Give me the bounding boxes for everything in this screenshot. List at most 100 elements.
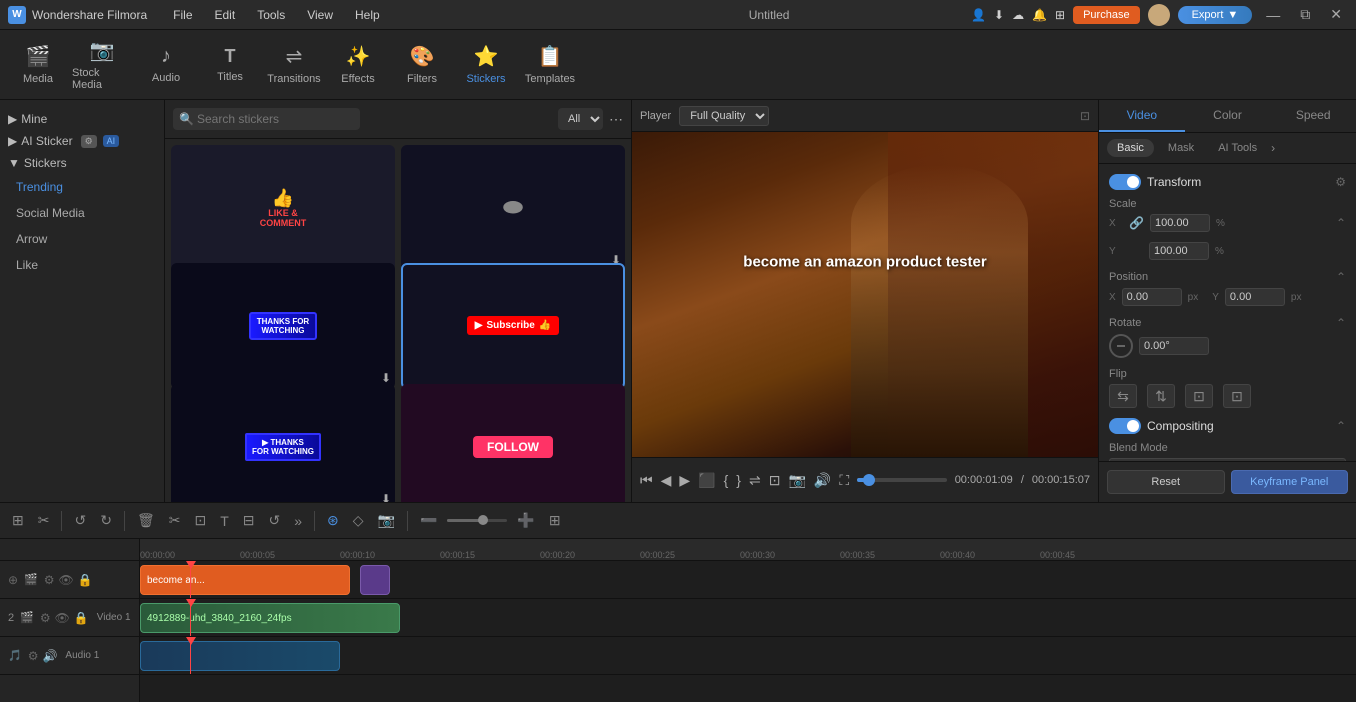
sticker-item-follow[interactable]: FOLLOW <box>401 384 625 502</box>
tab-color[interactable]: Color <box>1185 100 1271 132</box>
timeline-crop-button[interactable]: ⊡ <box>190 510 210 531</box>
track-audio1-volume-icon[interactable]: 🔊 <box>42 649 57 663</box>
icon-notification[interactable]: 🔔 <box>1032 8 1047 22</box>
sidebar-item-like[interactable]: Like <box>0 252 164 278</box>
subtab-ai-tools[interactable]: AI Tools <box>1208 139 1267 157</box>
zoom-handle[interactable] <box>478 515 488 525</box>
maximize-button[interactable]: ⧉ <box>1294 6 1316 23</box>
keyframe-panel-button[interactable]: Keyframe Panel <box>1231 470 1349 494</box>
subtab-mask[interactable]: Mask <box>1158 139 1204 157</box>
rotate-circle[interactable] <box>1109 334 1133 358</box>
sticker-item-subscribe[interactable]: ▶ Subscribe 👍 <box>401 263 625 389</box>
rotate-input[interactable] <box>1139 337 1209 355</box>
more-options-button[interactable]: ⋯ <box>609 111 623 128</box>
sidebar-item-stickers-group[interactable]: ▼ Stickers <box>0 152 164 174</box>
flip-btn-3[interactable]: ⊡ <box>1185 384 1213 408</box>
timeline-loop-button[interactable]: ↺ <box>264 510 284 531</box>
timeline-magnet-button[interactable]: ⊛ <box>323 510 343 531</box>
timeline-clip-audio1[interactable] <box>140 641 340 671</box>
timeline-delete-button[interactable]: 🗑 <box>133 510 159 531</box>
timeline-more-button[interactable]: » <box>290 511 306 531</box>
timeline-clip-sticker-2[interactable] <box>360 565 390 595</box>
quality-select[interactable]: Full Quality <box>679 106 769 126</box>
sidebar-item-arrow[interactable]: Arrow <box>0 226 164 252</box>
sidebar-item-trending[interactable]: Trending <box>0 174 164 200</box>
timeline-undo-button[interactable]: ↺ <box>70 510 90 531</box>
timeline-zoom-in-button[interactable]: ➕ <box>513 510 538 531</box>
sidebar-item-mine[interactable]: ▶ Mine <box>0 108 164 130</box>
timeline-split-button[interactable]: ⊟ <box>239 510 259 531</box>
sticker-item-bubbles[interactable]: ⬬ ⬇ <box>401 145 625 271</box>
tool-templates[interactable]: 📋 Templates <box>520 35 580 95</box>
flip-vertical-button[interactable]: ⇅ <box>1147 384 1175 408</box>
progress-handle[interactable] <box>863 474 875 486</box>
timeline-text-button[interactable]: T <box>216 511 233 531</box>
frame-back-button[interactable]: ◀ <box>661 472 672 489</box>
scale-x-input[interactable] <box>1150 214 1210 232</box>
download-icon-2[interactable]: ⬇ <box>381 371 391 385</box>
volume-button[interactable]: 🔊 <box>814 472 831 489</box>
cut-button[interactable]: { <box>724 472 729 488</box>
menu-help[interactable]: Help <box>345 6 390 24</box>
purchase-button[interactable]: Purchase <box>1073 6 1139 24</box>
tool-effects[interactable]: ✨ Effects <box>328 35 388 95</box>
tool-titles[interactable]: T Titles <box>200 35 260 95</box>
tool-stock-media[interactable]: 📷 Stock Media <box>72 35 132 95</box>
menu-file[interactable]: File <box>163 6 202 24</box>
rotate-chevron-icon[interactable]: ⌃ <box>1336 316 1346 330</box>
search-input[interactable] <box>173 108 360 130</box>
tool-transitions[interactable]: ⇌ Transitions <box>264 35 324 95</box>
subtab-more-chevron-icon[interactable]: › <box>1271 141 1275 155</box>
download-icon-3[interactable]: ⬇ <box>381 492 391 502</box>
timeline-zoom-slider[interactable] <box>447 519 507 522</box>
play-button[interactable]: ▶ <box>679 472 690 489</box>
track-video2-eye-icon[interactable]: 👁 <box>59 573 74 587</box>
track-video2-lock-icon[interactable]: 🔒 <box>78 573 93 587</box>
track-video2-settings-icon[interactable]: ⚙ <box>44 573 55 587</box>
track-video1-eye-icon[interactable]: 👁 <box>55 611 70 625</box>
transform-settings-icon[interactable]: ⚙ <box>1335 175 1346 189</box>
reset-button[interactable]: Reset <box>1107 470 1225 494</box>
compositing-toggle[interactable] <box>1109 418 1141 434</box>
position-chevron-icon[interactable]: ⌃ <box>1336 270 1346 284</box>
stop-button[interactable]: ⬛ <box>698 472 715 489</box>
tool-stickers[interactable]: ⭐ Stickers <box>456 35 516 95</box>
icon-download[interactable]: ⬇ <box>994 8 1004 22</box>
sticker-item-thanks-2[interactable]: ▶ THANKSFOR WATCHING ⬇ <box>171 384 395 502</box>
tool-filters[interactable]: 🎨 Filters <box>392 35 452 95</box>
add-video2-icon[interactable]: ⊕ <box>8 573 18 587</box>
menu-view[interactable]: View <box>297 6 343 24</box>
icon-account[interactable]: 👤 <box>971 8 986 22</box>
cut-end-button[interactable]: } <box>736 472 741 488</box>
timeline-grid-button[interactable]: ⊞ <box>545 510 565 531</box>
timeline-redo-button[interactable]: ↻ <box>96 510 116 531</box>
sticker-item-thanks-1[interactable]: THANKS FORWATCHING ⬇ <box>171 263 395 389</box>
menu-edit[interactable]: Edit <box>205 6 246 24</box>
sidebar-item-ai-sticker[interactable]: ▶ AI Sticker ⚙ AI <box>0 130 164 152</box>
crop-button[interactable]: ⊡ <box>769 472 781 489</box>
position-x-input[interactable] <box>1122 288 1182 306</box>
subtab-basic[interactable]: Basic <box>1107 139 1154 157</box>
close-button[interactable]: ✕ <box>1324 6 1348 23</box>
position-y-input[interactable] <box>1225 288 1285 306</box>
compositing-chevron-icon[interactable]: ⌃ <box>1336 419 1346 433</box>
timeline-cut-button[interactable]: ✂ <box>165 510 185 531</box>
skip-back-button[interactable]: ⏮ <box>640 472 653 489</box>
tab-speed[interactable]: Speed <box>1270 100 1356 132</box>
transition-button[interactable]: ⇌ <box>749 472 761 489</box>
timeline-camera-button[interactable]: 📷 <box>374 510 399 531</box>
player-settings-icon[interactable]: ⊡ <box>1080 109 1090 123</box>
timeline-clip-video1[interactable]: 4912889-uhd_3840_2160_24fps <box>140 603 400 633</box>
tool-audio[interactable]: ♪ Audio <box>136 35 196 95</box>
icon-apps[interactable]: ⊞ <box>1055 8 1065 22</box>
track-video1-lock-icon[interactable]: 🔒 <box>74 611 89 625</box>
sticker-item-like-comment[interactable]: 👍 LIKE &COMMENT <box>171 145 395 271</box>
tool-media[interactable]: 🎬 Media <box>8 35 68 95</box>
timeline-keyframe-button[interactable]: ◇ <box>349 510 368 531</box>
screenshot-button[interactable]: 📷 <box>788 472 805 489</box>
timeline-add-track-button[interactable]: ⊞ <box>8 510 28 531</box>
transform-toggle[interactable] <box>1109 174 1141 190</box>
menu-tools[interactable]: Tools <box>247 6 295 24</box>
sidebar-item-social-media[interactable]: Social Media <box>0 200 164 226</box>
flip-btn-4[interactable]: ⊡ <box>1223 384 1251 408</box>
